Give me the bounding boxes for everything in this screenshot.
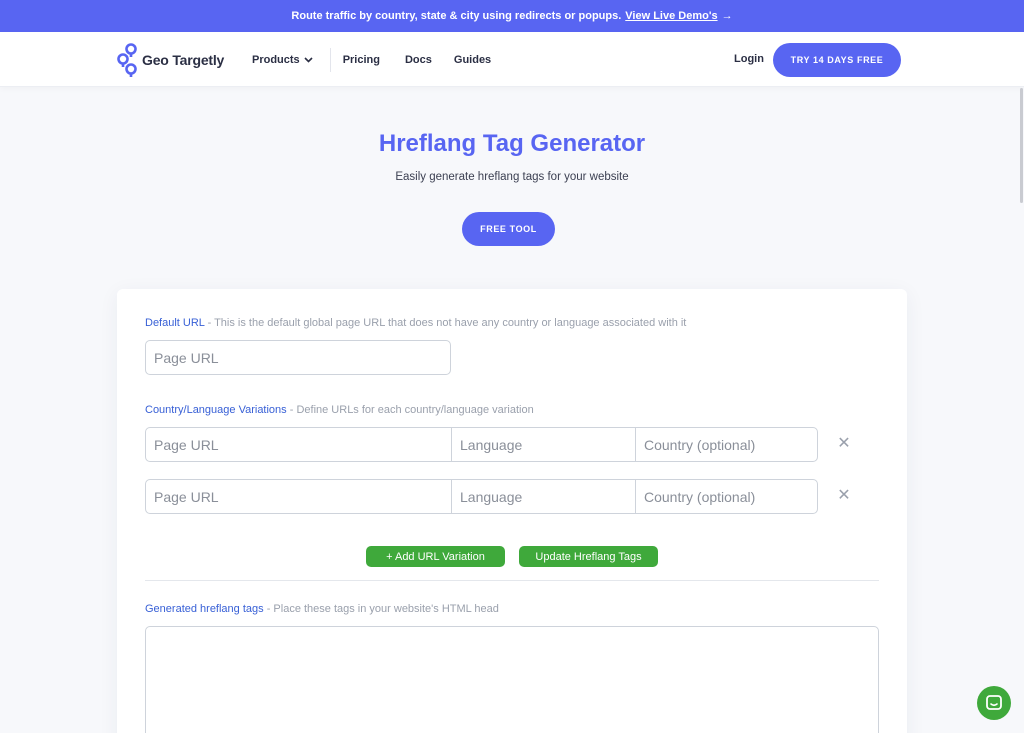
nav-divider bbox=[329, 47, 331, 72]
chat-launcher[interactable] bbox=[977, 686, 1011, 720]
variation-url-input[interactable] bbox=[146, 428, 452, 461]
variations-hint: - Define URLs for each country/language … bbox=[286, 404, 534, 416]
nav-guides[interactable]: Guides bbox=[454, 54, 491, 66]
live-demo-link[interactable]: View Live Demo's bbox=[625, 10, 717, 22]
default-url-title: Default URL bbox=[145, 317, 205, 329]
default-url-hint: - This is the default global page URL th… bbox=[204, 317, 687, 329]
generated-tags-textarea[interactable] bbox=[145, 626, 879, 733]
remove-row-close-icon[interactable]: ✕ bbox=[837, 436, 851, 452]
variation-language-input[interactable] bbox=[452, 480, 636, 513]
login-link[interactable]: Login bbox=[734, 53, 764, 65]
nav-docs[interactable]: Docs bbox=[405, 54, 432, 66]
chat-bubble-icon bbox=[986, 695, 1002, 710]
variation-row bbox=[145, 427, 818, 462]
add-url-variation-button[interactable]: + Add URL Variation bbox=[366, 546, 505, 567]
remove-row-close-icon[interactable]: ✕ bbox=[837, 488, 851, 504]
default-url-label: Default URL - This is the default global… bbox=[145, 317, 686, 329]
free-tool-button[interactable]: FREE TOOL bbox=[462, 212, 555, 246]
nav-links: Products Pricing Docs Guides bbox=[252, 32, 491, 87]
promo-banner: Route traffic by country, state & city u… bbox=[0, 0, 1024, 32]
promo-text: Route traffic by country, state & city u… bbox=[291, 10, 622, 22]
scrollbar[interactable] bbox=[1020, 88, 1023, 203]
variation-country-input[interactable] bbox=[636, 428, 817, 461]
variation-country-input[interactable] bbox=[636, 480, 817, 513]
header-nav: Geo Targetly Products Pricing Docs Guide… bbox=[0, 32, 1024, 87]
logo[interactable]: Geo Targetly bbox=[116, 42, 224, 78]
page-subtitle: Easily generate hreflang tags for your w… bbox=[395, 171, 629, 183]
output-hint: - Place these tags in your website's HTM… bbox=[263, 603, 499, 615]
page-title: Hreflang Tag Generator bbox=[378, 130, 646, 157]
variation-row bbox=[145, 479, 818, 514]
try-free-button[interactable]: TRY 14 DAYS FREE bbox=[773, 43, 901, 77]
chevron-down-icon bbox=[304, 56, 313, 63]
variation-url-input[interactable] bbox=[146, 480, 452, 513]
nav-products[interactable]: Products bbox=[252, 54, 313, 66]
location-pins-icon bbox=[117, 43, 137, 77]
variations-label: Country/Language Variations - Define URL… bbox=[145, 404, 534, 416]
output-title: Generated hreflang tags bbox=[145, 603, 264, 615]
section-divider bbox=[145, 580, 879, 581]
generator-card: Default URL - This is the default global… bbox=[117, 289, 907, 733]
nav-products-label: Products bbox=[252, 53, 300, 66]
variations-title: Country/Language Variations bbox=[145, 404, 287, 416]
variation-language-input[interactable] bbox=[452, 428, 636, 461]
default-url-input[interactable] bbox=[145, 340, 451, 375]
output-label: Generated hreflang tags - Place these ta… bbox=[145, 603, 499, 615]
nav-pricing[interactable]: Pricing bbox=[343, 54, 380, 66]
arrow-right-icon: → bbox=[721, 10, 733, 22]
update-hreflang-tags-button[interactable]: Update Hreflang Tags bbox=[519, 546, 658, 567]
logo-text: Geo Targetly bbox=[142, 52, 225, 68]
